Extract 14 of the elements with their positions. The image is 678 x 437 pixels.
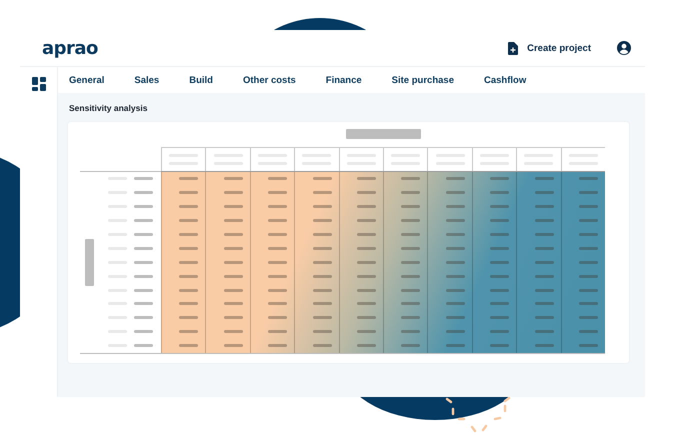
section-title: Sensitivity analysis — [69, 103, 148, 113]
create-project-button[interactable]: Create project — [508, 42, 591, 54]
sparkle-drawing — [443, 397, 513, 433]
nav-tab[interactable]: Sales — [134, 74, 160, 86]
user-avatar-icon[interactable] — [617, 41, 631, 55]
dashboard-icon[interactable] — [32, 77, 46, 91]
logo: aprao — [42, 38, 98, 58]
nav-tab[interactable]: Cashflow — [484, 74, 526, 86]
nav-tab[interactable]: Build — [189, 74, 213, 86]
nav-tab[interactable]: Site purchase — [392, 74, 454, 86]
file-plus-icon — [508, 42, 518, 54]
nav-tab[interactable]: Other costs — [242, 74, 296, 86]
nav-tab[interactable]: Finance — [326, 74, 362, 86]
nav-tab[interactable]: General — [69, 74, 104, 86]
